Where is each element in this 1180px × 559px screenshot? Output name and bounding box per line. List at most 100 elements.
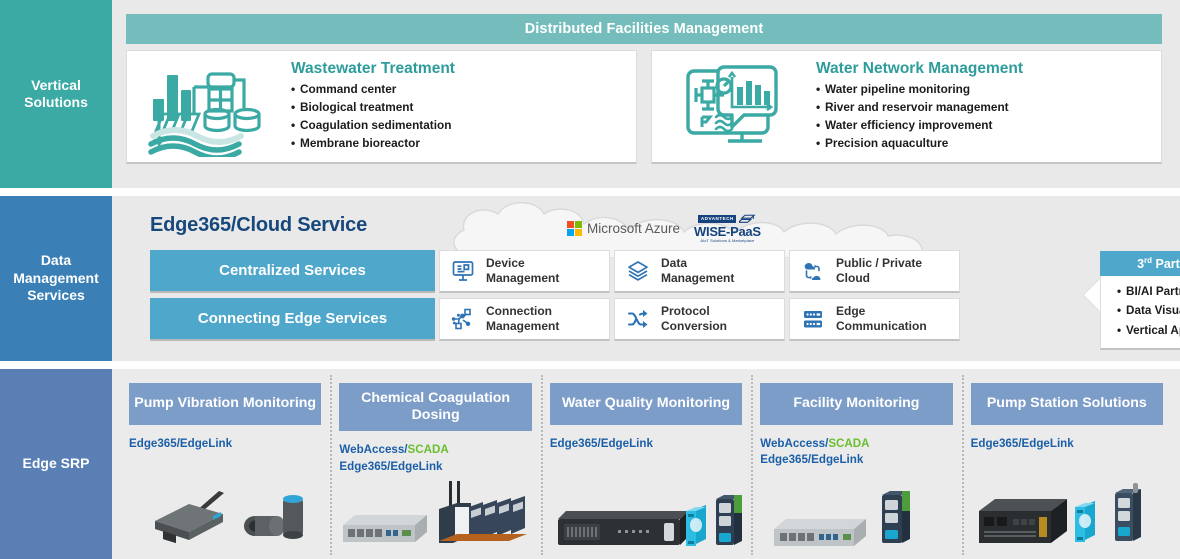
- service-item-label: Connection Management: [486, 304, 559, 335]
- tag-prefix: WebAccess/: [339, 443, 408, 457]
- water-network-monitor-icon: [662, 57, 812, 157]
- srp-column-pump-station-solutions[interactable]: Pump Station Solutions Edge365/EdgeLink: [961, 375, 1172, 555]
- vertical-card-text: Water Network Management Water pipeline …: [812, 60, 1151, 153]
- tag-suffix: SCADA: [407, 443, 449, 457]
- edge-gateway-icon: [800, 307, 826, 331]
- tag-webaccess-scada: WebAccess/SCADA: [339, 442, 531, 458]
- srp-column-pump-vibration-monitoring[interactable]: Pump Vibration Monitoring Edge365/EdgeLi…: [120, 383, 330, 551]
- service-row-connecting-edge: Connecting Edge Services Connection Mana…: [150, 298, 960, 341]
- service-row-centralized: Centralized Services Device Management D…: [150, 250, 960, 293]
- band-label-vertical-solutions: Vertical Solutions: [0, 0, 112, 188]
- srp-column-title: Chemical Coagulation Dosing: [339, 383, 532, 432]
- data-management-content: Microsoft Azure ADVANTECH WISE-PaaS AIoT…: [112, 196, 1180, 361]
- wise-paas-tagline: AIoT Solutions & Marketplace: [700, 238, 755, 243]
- tag-edge365-edgelink: Edge365/EdgeLink: [970, 437, 1074, 450]
- label-line-2: Management: [661, 271, 735, 285]
- tag-edge365-edgelink: Edge365/EdgeLink: [760, 453, 864, 467]
- network-nodes-icon: [450, 307, 476, 331]
- microsoft-squares-icon: [567, 220, 582, 236]
- title-text: Party Platform: [1155, 257, 1180, 272]
- embedded-box-pc: [343, 515, 428, 542]
- tag-suffix: SCADA: [828, 437, 870, 450]
- srp-column-water-quality-monitoring[interactable]: Water Quality Monitoring Edge365/EdgeLin…: [540, 375, 751, 555]
- vertical-card-bullets: Water pipeline monitoring River and rese…: [816, 80, 1151, 153]
- vertical-card-title: Wastewater Treatment: [291, 60, 455, 78]
- edge-gateway: [715, 495, 742, 545]
- bullet-item: Water pipeline monitoring: [816, 80, 1151, 99]
- service-row-label-centralized: Centralized Services: [150, 250, 435, 293]
- label-line-1: Edge: [836, 303, 866, 318]
- device-monitor-icon: [450, 259, 476, 283]
- srp-column-tags: Edge365/EdgeLink: [971, 436, 1163, 452]
- srp-column-chemical-coagulation-dosing[interactable]: Chemical Coagulation Dosing WebAccess/SC…: [330, 375, 540, 555]
- tag-edge365-edgelink: Edge365/EdgeLink: [339, 459, 443, 473]
- band-vertical-solutions: Vertical Solutions Distributed Facilitie…: [0, 0, 1180, 188]
- title-number: 3: [1137, 257, 1145, 272]
- srp-column-tags: Edge365/EdgeLink: [550, 436, 742, 452]
- label-line-2: Conversion: [661, 319, 728, 333]
- edge365-cloud-service-title: Edge365/Cloud Service: [150, 214, 368, 236]
- srp-product-images: [550, 454, 742, 551]
- edge-srp-content: Pump Vibration Monitoring Edge365/EdgeLi…: [112, 369, 1180, 559]
- rack-server: [557, 511, 688, 545]
- srp-column-title: Facility Monitoring: [760, 383, 953, 425]
- edge-gateway: [1114, 483, 1141, 541]
- advantech-brand-label: ADVANTECH: [698, 215, 737, 223]
- bullet-item: Vertical App.: [1117, 321, 1180, 341]
- solution-architecture-diagram: Vertical Solutions Distributed Facilitie…: [0, 0, 1180, 559]
- label-line-1: Device: [486, 255, 525, 270]
- label-line-1: Public / Private: [836, 255, 923, 270]
- srp-product-images: [971, 454, 1163, 551]
- bullet-item: Coagulation sedimentation: [291, 116, 626, 135]
- service-item-label: Edge Communication: [836, 304, 927, 335]
- wise-paas-mark-icon: [739, 214, 756, 223]
- service-item-label: Device Management: [486, 256, 559, 287]
- protocol-arrows-icon: [625, 307, 651, 331]
- edge-gateway: [882, 491, 911, 543]
- bullet-item: Water efficiency improvement: [816, 116, 1151, 135]
- vertical-solution-cards: Wastewater Treatment Command center Biol…: [126, 50, 1162, 164]
- services-grid: Centralized Services Device Management D…: [150, 250, 960, 346]
- vibration-sensor: [244, 495, 303, 539]
- service-item-public-private-cloud[interactable]: Public / Private Cloud: [789, 250, 960, 293]
- label-line-2: Cloud: [836, 271, 870, 285]
- cloud-partner-logos: Microsoft Azure ADVANTECH WISE-PaaS AIoT…: [567, 214, 761, 243]
- bullet-item: Membrane bioreactor: [291, 134, 626, 153]
- callout-arrow-icon: [1084, 279, 1100, 311]
- tag-edge365-edgelink: Edge365/EdgeLink: [549, 437, 653, 450]
- bullet-item: Biological treatment: [291, 98, 626, 117]
- bullet-item: Precision aquaculture: [816, 134, 1151, 153]
- title-ordinal-suffix: rd: [1144, 256, 1153, 265]
- srp-column-tags: WebAccess/SCADA Edge365/EdgeLink: [339, 442, 531, 475]
- vertical-card-water-network-management[interactable]: Water Network Management Water pipeline …: [651, 50, 1162, 164]
- microsoft-azure-logo: Microsoft Azure: [567, 220, 680, 236]
- service-item-connection-management[interactable]: Connection Management: [439, 298, 610, 341]
- third-party-platform-callout[interactable]: 3rd Party Platform BI/AI Partners Data V…: [1084, 251, 1180, 351]
- data-layers-icon: [625, 259, 651, 283]
- band-edge-srp: Edge SRP Pump Vibration Monitoring Edge3…: [0, 369, 1180, 559]
- vertical-card-wastewater-treatment[interactable]: Wastewater Treatment Command center Biol…: [126, 50, 637, 164]
- label-line-2: Management: [486, 319, 560, 333]
- service-item-edge-communication[interactable]: Edge Communication: [789, 298, 960, 341]
- band-label-edge-srp: Edge SRP: [0, 369, 112, 559]
- srp-column-title: Pump Vibration Monitoring: [129, 383, 322, 425]
- bullet-item: Command center: [291, 80, 626, 99]
- service-item-label: Protocol Conversion: [661, 304, 727, 335]
- adam-module: [1074, 501, 1095, 542]
- service-item-label: Public / Private Cloud: [836, 256, 922, 287]
- label-line-1: Connection: [486, 303, 552, 318]
- service-item-protocol-conversion[interactable]: Protocol Conversion: [614, 298, 785, 341]
- wise-paas-name-label: WISE-PaaS: [694, 224, 761, 239]
- service-item-data-management[interactable]: Data Management: [614, 250, 785, 293]
- label-line-1: Protocol: [661, 303, 710, 318]
- srp-column-tags: WebAccess/SCADA Edge365/EdgeLink: [760, 436, 952, 469]
- fanless-box-pc: [978, 499, 1067, 543]
- tag-prefix: WebAccess/: [760, 437, 829, 450]
- srp-product-images: [129, 454, 321, 551]
- srp-column-tags: Edge365/EdgeLink: [129, 436, 321, 452]
- bullet-item: River and reservoir management: [816, 98, 1151, 117]
- service-row-label-connecting-edge: Connecting Edge Services: [150, 298, 435, 341]
- tag-edge365-edgelink: Edge365/EdgeLink: [129, 437, 233, 450]
- srp-column-facility-monitoring[interactable]: Facility Monitoring WebAccess/SCADA Edge…: [751, 375, 961, 555]
- service-item-device-management[interactable]: Device Management: [439, 250, 610, 293]
